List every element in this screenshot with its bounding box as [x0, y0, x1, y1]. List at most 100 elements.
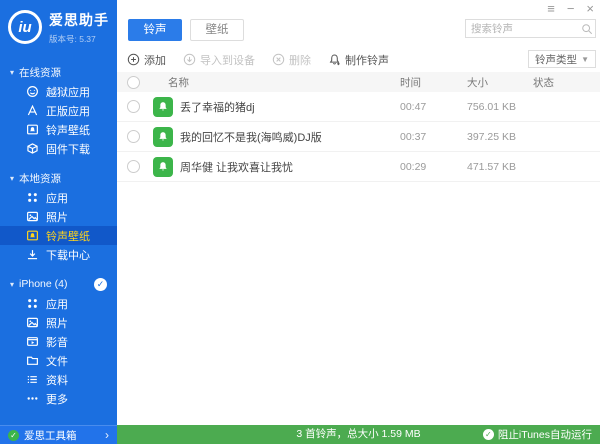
toolbox-bar[interactable]: ✓ 爱思工具箱 › [0, 425, 117, 444]
tab-bar: 铃声 壁纸 [128, 19, 244, 41]
sidebar-item-label: 越狱应用 [46, 84, 90, 100]
delete-label: 删除 [289, 52, 311, 68]
delete-button[interactable]: 删除 [272, 52, 311, 68]
sidebar-item-firmware-download[interactable]: 固件下载 [0, 139, 117, 158]
window-controls: ≡ − × [547, 2, 594, 15]
chevron-right-icon: › [105, 428, 109, 442]
column-header-size[interactable]: 大小 [467, 75, 533, 90]
sidebar-item-local-apps[interactable]: 应用 [0, 188, 117, 207]
apps-grid-icon [26, 297, 39, 310]
sidebar-item-label: 更多 [46, 391, 68, 407]
ringtone-bell-icon [153, 157, 173, 177]
ringtone-wallpaper-icon [26, 123, 39, 136]
sidebar-item-device-apps[interactable]: 应用 [0, 294, 117, 313]
sidebar-item-device-data[interactable]: 资料 [0, 370, 117, 389]
column-header-name[interactable]: 名称 [153, 75, 400, 90]
letter-a-icon [26, 104, 39, 117]
sidebar-item-label: 正版应用 [46, 103, 90, 119]
app-title: 爱思助手 [49, 10, 109, 30]
list-icon [26, 373, 39, 386]
sidebar-item-device-files[interactable]: 文件 [0, 351, 117, 370]
sidebar-item-online-ringtone-wallpaper[interactable]: 铃声壁纸 [0, 120, 117, 139]
add-circle-icon [127, 53, 140, 66]
ringtone-size: 756.01 KB [467, 101, 533, 113]
minimize-icon[interactable]: − [567, 2, 575, 15]
tab-wallpapers[interactable]: 壁纸 [190, 19, 244, 41]
itunes-autorun-toggle[interactable]: ✓ 阻止iTunes自动运行 [483, 425, 592, 444]
ringtone-time: 00:47 [400, 101, 467, 113]
ringtone-bell-icon [153, 127, 173, 147]
row-checkbox[interactable] [127, 100, 140, 113]
add-label: 添加 [144, 52, 166, 68]
delete-circle-icon [272, 53, 285, 66]
section-label: 在线资源 [19, 65, 61, 80]
sidebar-section-local-resources[interactable]: ▾ 本地资源 [0, 168, 117, 188]
table-row[interactable]: 我的回忆不是我(海鸣威)DJ版 00:37 397.25 KB [117, 122, 600, 152]
import-to-device-button[interactable]: 导入到设备 [183, 52, 255, 68]
caret-down-icon: ▼ [581, 55, 589, 64]
row-checkbox[interactable] [127, 130, 140, 143]
section-label: iPhone (4) [19, 278, 67, 290]
ringtone-time: 00:29 [400, 161, 467, 173]
ellipsis-icon [26, 392, 39, 405]
sidebar-item-device-media[interactable]: 影音 [0, 332, 117, 351]
sidebar-item-label: 照片 [46, 209, 68, 225]
search-box [465, 19, 596, 38]
import-label: 导入到设备 [200, 52, 255, 68]
sidebar-item-local-ringtone-wallpaper[interactable]: 铃声壁纸 [0, 226, 117, 245]
ringtone-size: 397.25 KB [467, 131, 533, 143]
menu-icon[interactable]: ≡ [547, 2, 555, 15]
ringtone-time: 00:37 [400, 131, 467, 143]
sidebar-item-label: 应用 [46, 296, 68, 312]
make-ringtone-label: 制作铃声 [345, 52, 389, 68]
app-window: iu 爱思助手 版本号: 5.37 ▾ 在线资源 越狱应用 [0, 0, 600, 444]
sidebar-item-jailbreak-apps[interactable]: 越狱应用 [0, 82, 117, 101]
select-all-checkbox[interactable] [127, 76, 140, 89]
sidebar-item-genuine-apps[interactable]: 正版应用 [0, 101, 117, 120]
sidebar-section-online-resources[interactable]: ▾ 在线资源 [0, 62, 117, 82]
section-label: 本地资源 [19, 171, 61, 186]
tab-ringtones[interactable]: 铃声 [128, 19, 182, 41]
sidebar-section-iphone[interactable]: ▾ iPhone (4) ✓ [0, 274, 117, 294]
ringtone-name: 我的回忆不是我(海鸣威)DJ版 [180, 129, 322, 145]
table-row[interactable]: 丢了幸福的猪dj 00:47 756.01 KB [117, 92, 600, 122]
sidebar-item-device-photos[interactable]: 照片 [0, 313, 117, 332]
sidebar-item-device-more[interactable]: 更多 [0, 389, 117, 408]
ringtone-size: 471.57 KB [467, 161, 533, 173]
make-ringtone-button[interactable]: 制作铃声 [328, 52, 389, 68]
ringtone-bell-icon [153, 97, 173, 117]
caret-down-icon: ▾ [10, 280, 14, 289]
toolbar: 添加 导入到设备 删除 [117, 47, 600, 72]
column-header-status[interactable]: 状态 [533, 75, 600, 90]
sidebar-item-local-photos[interactable]: 照片 [0, 207, 117, 226]
app-version: 版本号: 5.37 [49, 33, 109, 45]
bell-plus-icon [328, 53, 341, 66]
sidebar-item-download-center[interactable]: 下载中心 [0, 245, 117, 264]
download-icon [26, 248, 39, 261]
sidebar-item-label: 铃声壁纸 [46, 228, 90, 244]
smiley-icon [26, 85, 39, 98]
apps-grid-icon [26, 191, 39, 204]
column-header-time[interactable]: 时间 [400, 75, 467, 90]
caret-down-icon: ▾ [10, 174, 14, 183]
app-logo-icon: iu [8, 10, 42, 44]
ringtone-name: 周华健 让我欢喜让我忧 [180, 159, 293, 175]
row-checkbox[interactable] [127, 160, 140, 173]
sidebar-item-label: 固件下载 [46, 141, 90, 157]
folder-icon [26, 354, 39, 367]
logo-monogram: iu [18, 19, 31, 36]
caret-down-icon: ▾ [10, 68, 14, 77]
toolbox-check-icon: ✓ [8, 430, 19, 441]
search-icon[interactable] [579, 23, 595, 35]
itunes-autorun-label: 阻止iTunes自动运行 [498, 427, 592, 442]
search-input[interactable] [466, 23, 579, 35]
ringtone-wallpaper-icon [26, 229, 39, 242]
ringtone-type-dropdown[interactable]: 铃声类型 ▼ [528, 50, 596, 68]
photo-icon [26, 210, 39, 223]
add-button[interactable]: 添加 [127, 52, 166, 68]
ringtone-type-label: 铃声类型 [535, 52, 577, 67]
app-logo: iu 爱思助手 版本号: 5.37 [0, 0, 117, 52]
close-icon[interactable]: × [586, 2, 594, 15]
table-row[interactable]: 周华健 让我欢喜让我忧 00:29 471.57 KB [117, 152, 600, 182]
cube-icon [26, 142, 39, 155]
